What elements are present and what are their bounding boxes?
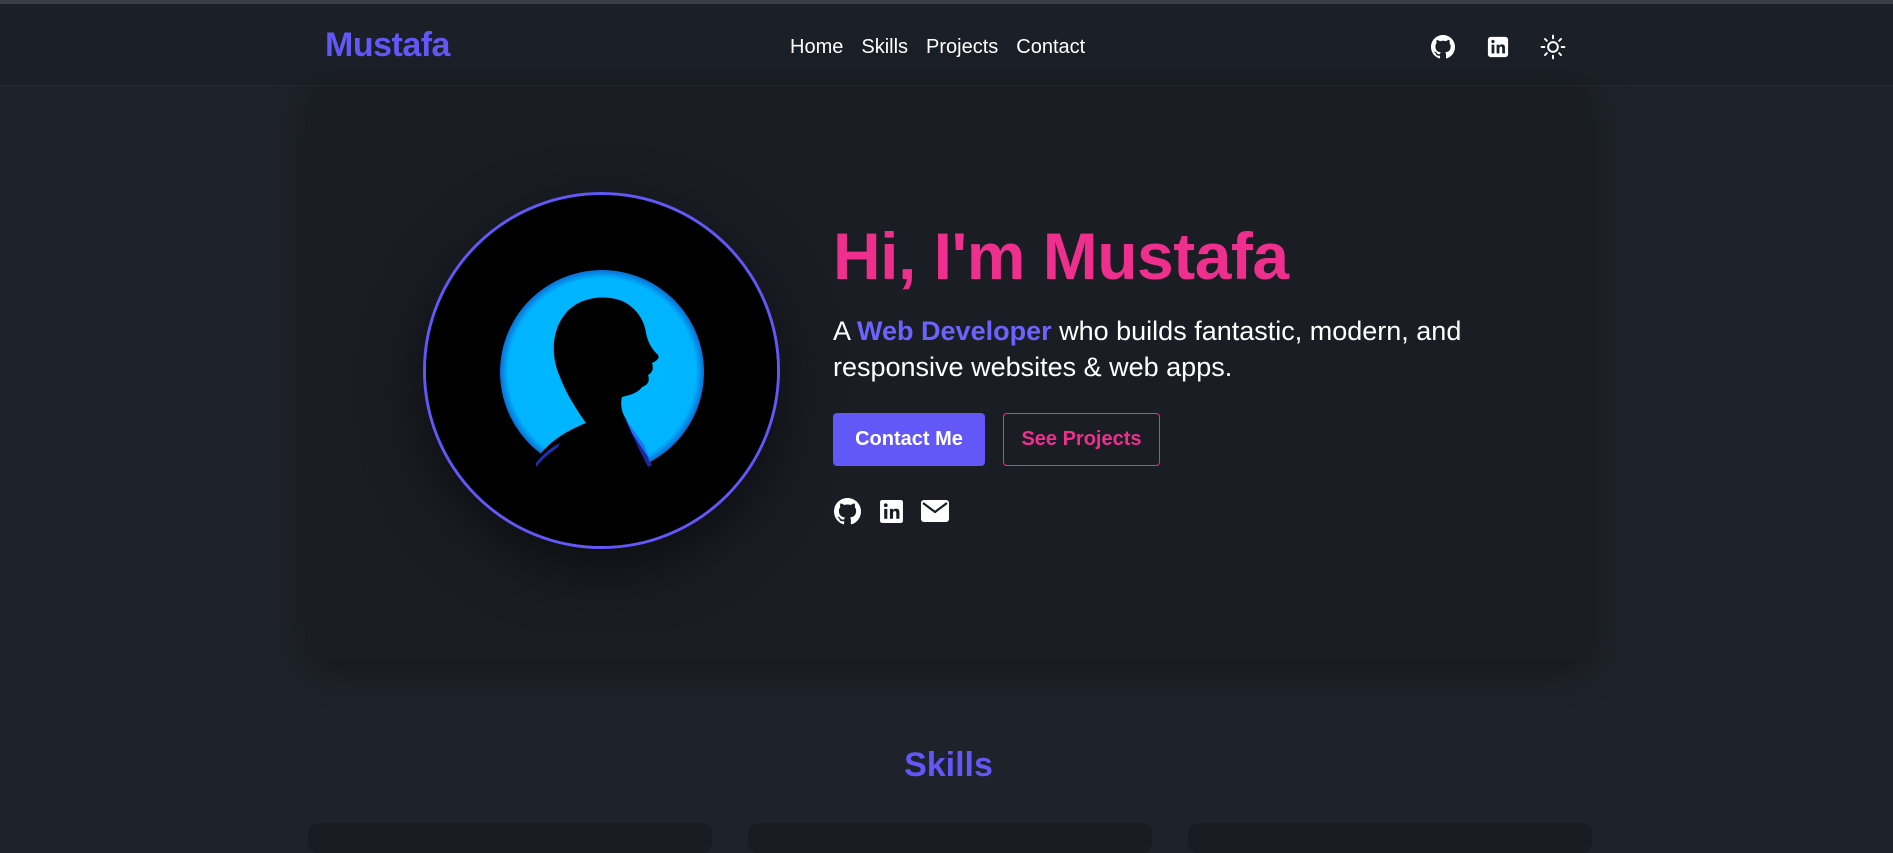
nav-link-skills[interactable]: Skills [861, 36, 908, 59]
navbar: Mustafa Home Skills Projects Contact [0, 4, 1893, 86]
silhouette-image [426, 195, 777, 546]
nav-link-home[interactable]: Home [790, 36, 843, 59]
brand-logo[interactable]: Mustafa [325, 26, 450, 65]
linkedin-icon[interactable] [877, 497, 905, 525]
envelope-icon[interactable] [921, 497, 949, 525]
sun-icon[interactable] [1540, 34, 1566, 60]
skills-heading: Skills [904, 746, 993, 784]
skill-card [308, 823, 712, 853]
see-projects-button[interactable]: See Projects [1003, 413, 1160, 466]
hero-subtitle: A Web Developer who builds fantastic, mo… [833, 313, 1533, 385]
github-icon[interactable] [1430, 34, 1456, 60]
nav-link-contact[interactable]: Contact [1016, 36, 1085, 59]
skill-card [1188, 823, 1592, 853]
nav-icons [1430, 34, 1566, 60]
linkedin-icon[interactable] [1485, 34, 1511, 60]
hero-title: Hi, I'm Mustafa [833, 219, 1289, 293]
profile-avatar [423, 192, 780, 549]
social-links [833, 497, 949, 525]
nav-links: Home Skills Projects Contact [790, 36, 1085, 59]
skill-card [748, 823, 1152, 853]
subtitle-highlight: Web Developer [857, 316, 1052, 346]
contact-me-button[interactable]: Contact Me [833, 413, 985, 466]
subtitle-prefix: A [833, 316, 858, 346]
nav-link-projects[interactable]: Projects [926, 36, 998, 59]
github-icon[interactable] [833, 497, 861, 525]
